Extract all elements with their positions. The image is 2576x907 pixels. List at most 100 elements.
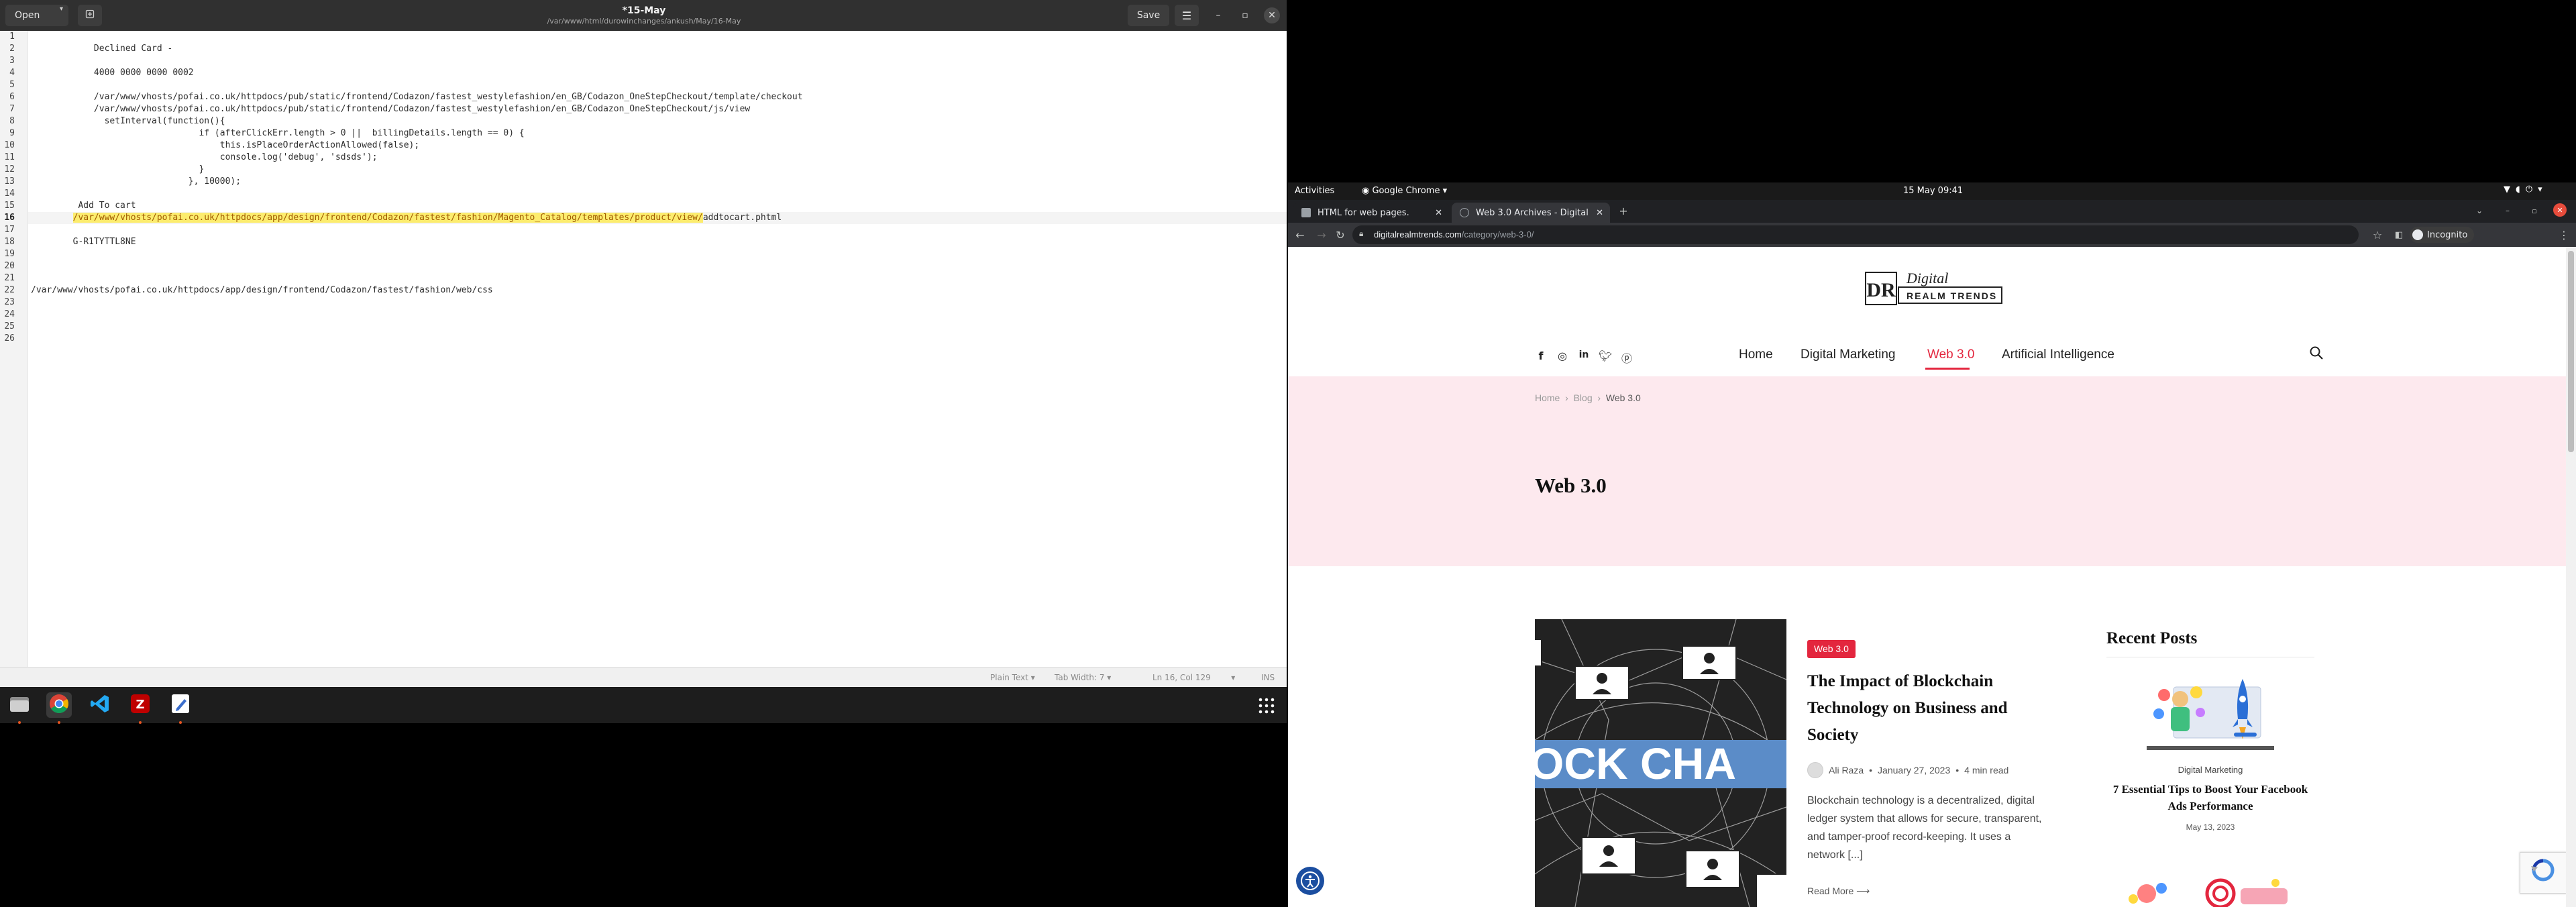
post-author[interactable]: Ali Raza <box>1829 765 1864 776</box>
back-button[interactable]: ← <box>1292 227 1308 243</box>
vscode-app[interactable] <box>87 692 113 718</box>
line-number: 1 <box>9 32 15 42</box>
chrome-app[interactable] <box>46 692 72 718</box>
site-logo[interactable]: DR Digital REALM TRENDS <box>1865 270 2003 307</box>
recent-post-title[interactable]: 7 Essential Tips to Boost Your Facebook … <box>2106 781 2314 814</box>
code-line[interactable]: Add To cart <box>31 200 136 212</box>
nav-digital-marketing[interactable]: Digital Marketing <box>1801 348 1896 362</box>
files-app[interactable] <box>7 692 32 718</box>
site-info-icon[interactable]: 🔒︎ <box>1359 229 1363 239</box>
show-apps-button[interactable] <box>1258 698 1275 716</box>
nav-artificial-intelligence[interactable]: Artificial Intelligence <box>2002 348 2114 362</box>
pinterest-icon[interactable]: ⓟ <box>1620 350 1633 365</box>
code-line[interactable]: G-R1TYTTL8NE <box>31 236 136 248</box>
code-line[interactable]: /var/www/vhosts/pofai.co.uk/httpdocs/pub… <box>31 91 803 103</box>
editor-body[interactable]: 1 2 3 4 5 6 7 8 9 10 11 12 13 14 15 16 17 18 19 20 21 22 23 24 2… <box>0 31 1287 667</box>
search-icon[interactable] <box>2309 345 2325 362</box>
text-editor-app[interactable] <box>168 692 193 718</box>
code-line[interactable]: } <box>31 164 204 176</box>
minimize-button[interactable]: – <box>1210 7 1226 23</box>
system-top-bar: Activities ◉ Google Chrome ▾ 15 May 09:4… <box>1288 182 2576 200</box>
hamburger-menu-button[interactable]: ☰ <box>1175 5 1199 26</box>
code-line[interactable]: Declined Card - <box>31 43 172 55</box>
bookmark-button[interactable]: ☆ <box>2369 227 2385 243</box>
nav-home[interactable]: Home <box>1739 348 1773 362</box>
maximize-button[interactable]: ▫ <box>2526 203 2542 219</box>
app-menu[interactable]: ◉ Google Chrome ▾ <box>1362 186 1447 196</box>
code-line[interactable]: 4000 0000 0000 0002 <box>31 67 194 79</box>
facebook-icon[interactable]: f <box>1534 350 1548 363</box>
code-line[interactable]: console.log('debug', 'sdsds'); <box>31 152 378 164</box>
line-number: 21 <box>4 273 15 283</box>
code-line[interactable]: }, 10000); <box>31 176 241 188</box>
forward-button[interactable]: → <box>1313 227 1330 243</box>
page-scrollbar[interactable] <box>2566 247 2576 907</box>
browser-menu-button[interactable]: ⋮ <box>2556 227 2572 243</box>
recent-post-thumbnail[interactable] <box>2120 873 2308 907</box>
post-meta: Ali Raza • January 27, 2023 • 4 min read <box>1807 762 2076 778</box>
activities-button[interactable]: Activities <box>1295 186 1334 196</box>
tab-html-for-web-pages[interactable]: HTML for web pages. ✕ <box>1293 203 1449 223</box>
cursor-position-selector[interactable]: Ln 16, Col 129 ▾ <box>1152 673 1235 682</box>
open-button[interactable]: Open ▾ <box>5 5 68 26</box>
close-button[interactable]: ✕ <box>2553 203 2567 217</box>
line-number: 19 <box>4 249 15 259</box>
line-number: 5 <box>9 80 15 90</box>
line-number: 14 <box>4 189 15 199</box>
incognito-profile-button[interactable]: Incognito <box>2410 227 2475 243</box>
category-badge[interactable]: Web 3.0 <box>1807 640 1856 658</box>
running-indicator <box>18 721 21 724</box>
instagram-icon[interactable]: ◎ <box>1556 350 1569 363</box>
line-number: 7 <box>9 104 15 114</box>
accessibility-icon <box>1301 871 1320 890</box>
scrollbar-thumb[interactable] <box>2568 251 2574 452</box>
tab-web-3-archives[interactable]: Web 3.0 Archives - Digital ✕ <box>1452 203 1610 223</box>
code-line[interactable]: /var/www/vhosts/pofai.co.uk/httpdocs/app… <box>31 212 782 224</box>
save-button[interactable]: Save <box>1128 5 1169 26</box>
close-button[interactable]: ✕ <box>1264 7 1280 23</box>
twitter-icon[interactable]: 🐦︎ <box>1599 350 1612 363</box>
nav-web-3[interactable]: Web 3.0 <box>1927 348 1974 362</box>
new-document-icon <box>85 9 95 21</box>
close-tab-icon[interactable]: ✕ <box>1596 208 1603 218</box>
language-selector[interactable]: Plain Text ▾ <box>990 673 1035 682</box>
new-tab-button[interactable]: + <box>1615 203 1631 219</box>
breadcrumb-home[interactable]: Home <box>1535 392 1560 403</box>
system-tray[interactable]: ▼◖⏻▾ <box>2504 184 2548 195</box>
clock[interactable]: 15 May 09:41 <box>1903 186 1963 196</box>
recent-post-thumbnail[interactable] <box>2106 665 2314 755</box>
tab-search-button[interactable]: ⌄ <box>2471 203 2487 219</box>
filezilla-app[interactable]: Z <box>127 692 153 718</box>
recent-post-category[interactable]: Digital Marketing <box>2106 765 2314 775</box>
maximize-button[interactable]: ▫ <box>1237 7 1253 23</box>
code-line[interactable]: setInterval(function(){ <box>31 115 225 127</box>
editor-headerbar: Open ▾ *15-May /var/www/html/durowinchan… <box>0 0 1287 31</box>
document-title: *15-May <box>622 5 666 16</box>
svg-text:DR: DR <box>1866 279 1896 301</box>
post-thumbnail[interactable]: OCK CHA <box>1535 619 1786 907</box>
breadcrumb-blog[interactable]: Blog <box>1574 392 1593 403</box>
reload-button[interactable]: ↻ <box>1332 227 1348 243</box>
code-line[interactable]: this.isPlaceOrderActionAllowed(false); <box>31 140 419 152</box>
recaptcha-badge[interactable] <box>2520 852 2566 894</box>
text-editor-icon <box>171 694 190 716</box>
side-panel-button[interactable]: ◧ <box>2391 227 2407 243</box>
post-title[interactable]: The Impact of Blockchain Technology on B… <box>1807 668 2049 749</box>
tab-width-selector[interactable]: Tab Width: 7 ▾ <box>1055 673 1111 682</box>
url-text: digitalrealmtrends.com/category/web-3-0/ <box>1374 229 1534 239</box>
code-line[interactable]: /var/www/vhosts/pofai.co.uk/httpdocs/app… <box>31 284 493 297</box>
address-bar[interactable]: 🔒︎ digitalrealmtrends.com/category/web-3… <box>1352 225 2359 244</box>
code-line[interactable]: if (afterClickErr.length > 0 || billingD… <box>31 127 524 140</box>
accessibility-button[interactable] <box>1296 867 1324 895</box>
line-number: 20 <box>4 261 15 271</box>
code-line[interactable]: /var/www/vhosts/pofai.co.uk/httpdocs/pub… <box>31 103 750 115</box>
close-icon: ✕ <box>1268 10 1276 21</box>
read-more-link[interactable]: Read More ⟶ <box>1807 886 1870 897</box>
minimize-button[interactable]: – <box>2500 203 2516 219</box>
recaptcha-icon <box>2531 859 2555 882</box>
close-tab-icon[interactable]: ✕ <box>1435 208 1442 218</box>
line-number: 9 <box>9 128 15 138</box>
new-tab-button[interactable] <box>78 5 102 26</box>
linkedin-icon[interactable]: in <box>1577 350 1591 363</box>
